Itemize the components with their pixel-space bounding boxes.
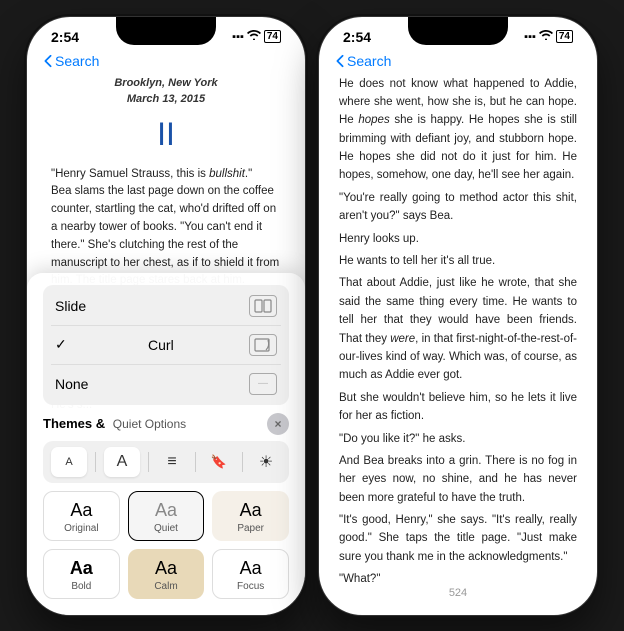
curl-icon [249, 334, 277, 356]
right-notch [408, 17, 508, 45]
theme-calm[interactable]: Aa Calm [128, 549, 205, 599]
theme-quiet[interactable]: Aa Quiet [128, 491, 205, 541]
slide-option-none[interactable]: None — [51, 367, 281, 401]
overlay-panel: Slide ✓ Curl [27, 273, 305, 615]
left-phone: 2:54 ▪▪▪ 74 Search [26, 16, 306, 616]
font-divider4 [242, 452, 243, 472]
bookmark-icon[interactable]: 🔖 [204, 447, 234, 477]
right-status-icons: ▪▪▪ 74 [524, 30, 573, 43]
right-phone: 2:54 ▪▪▪ 74 Search [318, 16, 598, 616]
left-time: 2:54 [51, 29, 79, 45]
signal-icon: ▪▪▪ [232, 31, 244, 43]
theme-grid: Aa Original Aa Quiet Aa Paper Aa Bold Aa [43, 491, 289, 599]
battery-icon: 74 [264, 30, 281, 43]
separator2 [51, 364, 281, 365]
close-button[interactable]: × [267, 413, 289, 435]
right-book-content: He does not know what happened to Addie,… [319, 75, 597, 583]
right-signal-icon: ▪▪▪ [524, 31, 536, 43]
font-divider2 [148, 452, 149, 472]
wifi-icon [247, 30, 261, 43]
left-nav-bar: Search [27, 49, 305, 75]
book-header: Brooklyn, New York March 13, 2015 II [51, 75, 281, 158]
right-back-button[interactable]: Search [335, 53, 391, 69]
font-controls: A A ≡ 🔖 ☀ [43, 441, 289, 483]
theme-original[interactable]: Aa Original [43, 491, 120, 541]
separator [51, 325, 281, 326]
brightness-icon[interactable]: ☀ [251, 447, 281, 477]
right-inner: He does not know what happened to Addie,… [319, 75, 597, 603]
font-decrease-button[interactable]: A [51, 447, 87, 477]
theme-paper[interactable]: Aa Paper [212, 491, 289, 541]
right-time: 2:54 [343, 29, 371, 45]
left-back-button[interactable]: Search [43, 53, 99, 69]
font-increase-button[interactable]: A [104, 447, 140, 477]
font-divider3 [195, 452, 196, 472]
font-divider [95, 452, 96, 472]
notch [116, 17, 216, 45]
page-number: 524 [319, 583, 597, 603]
left-status-icons: ▪▪▪ 74 [232, 30, 281, 43]
book-location: Brooklyn, New York March 13, 2015 [51, 75, 281, 108]
right-battery-icon: 74 [556, 30, 573, 43]
slide-options: Slide ✓ Curl [43, 285, 289, 405]
right-nav-bar: Search [319, 49, 597, 75]
themes-label: Themes & Quiet Options × [43, 413, 289, 435]
chapter-number: II [51, 110, 281, 158]
slide-option-slide[interactable]: Slide [51, 289, 281, 323]
none-icon: — [249, 373, 277, 395]
theme-focus[interactable]: Aa Focus [212, 549, 289, 599]
slide-icon [249, 295, 277, 317]
slide-option-curl[interactable]: ✓ Curl [51, 328, 281, 362]
right-wifi-icon [539, 30, 553, 43]
list-icon[interactable]: ≡ [157, 447, 187, 477]
theme-bold[interactable]: Aa Bold [43, 549, 120, 599]
